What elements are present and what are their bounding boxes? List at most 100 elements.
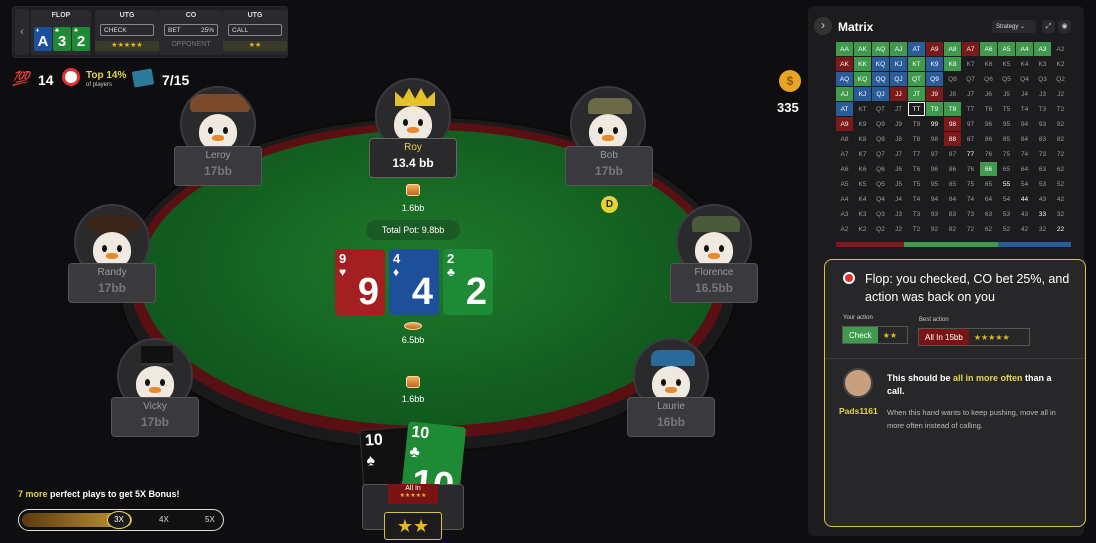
matrix-cell[interactable]: K3 xyxy=(1034,57,1051,71)
matrix-cell[interactable]: Q9 xyxy=(872,117,889,131)
matrix-cell[interactable]: AT xyxy=(836,102,853,116)
matrix-cell[interactable]: Q6 xyxy=(872,162,889,176)
matrix-cell[interactable]: J7 xyxy=(890,147,907,161)
matrix-cell[interactable]: J4 xyxy=(1016,87,1033,101)
matrix-cell[interactable]: 83 xyxy=(1034,132,1051,146)
matrix-cell[interactable]: 88 xyxy=(944,132,961,146)
matrix-cell[interactable]: JT xyxy=(890,102,907,116)
matrix-cell[interactable]: 74 xyxy=(1016,147,1033,161)
matrix-cell[interactable]: 73 xyxy=(1034,147,1051,161)
matrix-cell[interactable]: 93 xyxy=(1034,117,1051,131)
matrix-cell[interactable]: 98 xyxy=(944,117,961,131)
matrix-cell[interactable]: J6 xyxy=(980,87,997,101)
matrix-cell[interactable]: 22 xyxy=(1052,222,1069,236)
matrix-cell[interactable]: 94 xyxy=(926,192,943,206)
matrix-cell[interactable]: 63 xyxy=(980,207,997,221)
strategy-dropdown[interactable]: Strategy ⌄ xyxy=(992,20,1036,33)
matrix-cell[interactable]: 33 xyxy=(1034,207,1051,221)
matrix-cell[interactable]: 73 xyxy=(962,207,979,221)
matrix-cell[interactable]: 82 xyxy=(1052,132,1069,146)
matrix-cell[interactable]: A4 xyxy=(836,192,853,206)
matrix-cell[interactable]: J2 xyxy=(1052,87,1069,101)
matrix-cell[interactable]: A6 xyxy=(980,42,997,56)
matrix-cell[interactable]: 83 xyxy=(944,207,961,221)
matrix-cell[interactable]: K7 xyxy=(962,57,979,71)
matrix-cell[interactable]: KK xyxy=(854,57,871,71)
matrix-cell[interactable]: K2 xyxy=(854,222,871,236)
matrix-cell[interactable]: TT xyxy=(908,102,925,116)
matrix-cell[interactable]: KJ xyxy=(854,87,871,101)
matrix-cell[interactable]: 54 xyxy=(1016,177,1033,191)
matrix-cell[interactable]: 98 xyxy=(926,132,943,146)
matrix-cell[interactable]: 84 xyxy=(944,192,961,206)
matrix-cell[interactable]: 32 xyxy=(1034,222,1051,236)
matrix-cell[interactable]: AQ xyxy=(872,42,889,56)
matrix-cell[interactable]: KQ xyxy=(872,57,889,71)
matrix-cell[interactable]: K4 xyxy=(854,192,871,206)
matrix-cell[interactable]: A3 xyxy=(1034,42,1051,56)
matrix-cell[interactable]: 62 xyxy=(980,222,997,236)
matrix-cell[interactable]: AK xyxy=(836,57,853,71)
matrix-cell[interactable]: 66 xyxy=(980,162,997,176)
matrix-cell[interactable]: KJ xyxy=(890,57,907,71)
matrix-cell[interactable]: J9 xyxy=(890,117,907,131)
matrix-cell[interactable]: 96 xyxy=(926,162,943,176)
history-back-button[interactable]: ‹ xyxy=(15,9,29,55)
matrix-cell[interactable]: T9 xyxy=(926,102,943,116)
matrix-cell[interactable]: 93 xyxy=(926,207,943,221)
matrix-cell[interactable]: 52 xyxy=(998,222,1015,236)
matrix-cell[interactable]: 95 xyxy=(926,177,943,191)
matrix-cell[interactable]: QQ xyxy=(872,72,889,86)
matrix-cell[interactable]: 53 xyxy=(998,207,1015,221)
matrix-cell[interactable]: Q6 xyxy=(980,72,997,86)
matrix-cell[interactable]: 53 xyxy=(1034,177,1051,191)
matrix-cell[interactable]: 97 xyxy=(962,117,979,131)
matrix-cell[interactable]: T7 xyxy=(962,102,979,116)
matrix-cell[interactable]: K4 xyxy=(1016,57,1033,71)
matrix-cell[interactable]: T4 xyxy=(1016,102,1033,116)
matrix-cell[interactable]: JJ xyxy=(890,87,907,101)
matrix-cell[interactable]: A2 xyxy=(1052,42,1069,56)
matrix-cell[interactable]: 86 xyxy=(944,162,961,176)
matrix-cell[interactable]: T2 xyxy=(908,222,925,236)
matrix-cell[interactable]: 87 xyxy=(944,147,961,161)
matrix-cell[interactable]: 55 xyxy=(998,177,1015,191)
matrix-cell[interactable]: T3 xyxy=(1034,102,1051,116)
matrix-cell[interactable]: J2 xyxy=(890,222,907,236)
matrix-cell[interactable]: 62 xyxy=(1052,162,1069,176)
matrix-cell[interactable]: J8 xyxy=(944,87,961,101)
matrix-cell[interactable]: 42 xyxy=(1016,222,1033,236)
matrix-cell[interactable]: KQ xyxy=(854,72,871,86)
matrix-cell[interactable]: K7 xyxy=(854,147,871,161)
matrix-cell[interactable]: Q7 xyxy=(962,72,979,86)
matrix-cell[interactable]: K5 xyxy=(854,177,871,191)
history-utg[interactable]: UTG CHECK ★★★★★ xyxy=(95,10,159,55)
matrix-cell[interactable]: 72 xyxy=(1052,147,1069,161)
matrix-cell[interactable]: 54 xyxy=(998,192,1015,206)
matrix-cell[interactable]: J3 xyxy=(890,207,907,221)
matrix-cell[interactable]: AK xyxy=(854,42,871,56)
matrix-cell[interactable]: A3 xyxy=(836,207,853,221)
matrix-cell[interactable]: T5 xyxy=(908,177,925,191)
matrix-cell[interactable]: Q2 xyxy=(1052,72,1069,86)
matrix-cell[interactable]: 87 xyxy=(962,132,979,146)
matrix-cell[interactable]: T8 xyxy=(944,102,961,116)
matrix-cell[interactable]: 97 xyxy=(926,147,943,161)
matrix-cell[interactable]: J9 xyxy=(926,87,943,101)
matrix-cell[interactable]: A5 xyxy=(836,177,853,191)
matrix-cell[interactable]: 64 xyxy=(1016,162,1033,176)
matrix-cell[interactable]: AT xyxy=(908,42,925,56)
eye-icon[interactable]: ◉ xyxy=(1058,20,1071,33)
matrix-cell[interactable]: 44 xyxy=(1016,192,1033,206)
matrix-cell[interactable]: K6 xyxy=(854,162,871,176)
matrix-cell[interactable]: T9 xyxy=(908,117,925,131)
matrix-cell[interactable]: J3 xyxy=(1034,87,1051,101)
matrix-cell[interactable]: 99 xyxy=(926,117,943,131)
matrix-cell[interactable]: AJ xyxy=(836,87,853,101)
matrix-cell[interactable]: 43 xyxy=(1034,192,1051,206)
matrix-cell[interactable]: K9 xyxy=(854,117,871,131)
matrix-cell[interactable]: AA xyxy=(836,42,853,56)
matrix-cell[interactable]: KT xyxy=(854,102,871,116)
matrix-cell[interactable]: AQ xyxy=(836,72,853,86)
matrix-cell[interactable]: J4 xyxy=(890,192,907,206)
